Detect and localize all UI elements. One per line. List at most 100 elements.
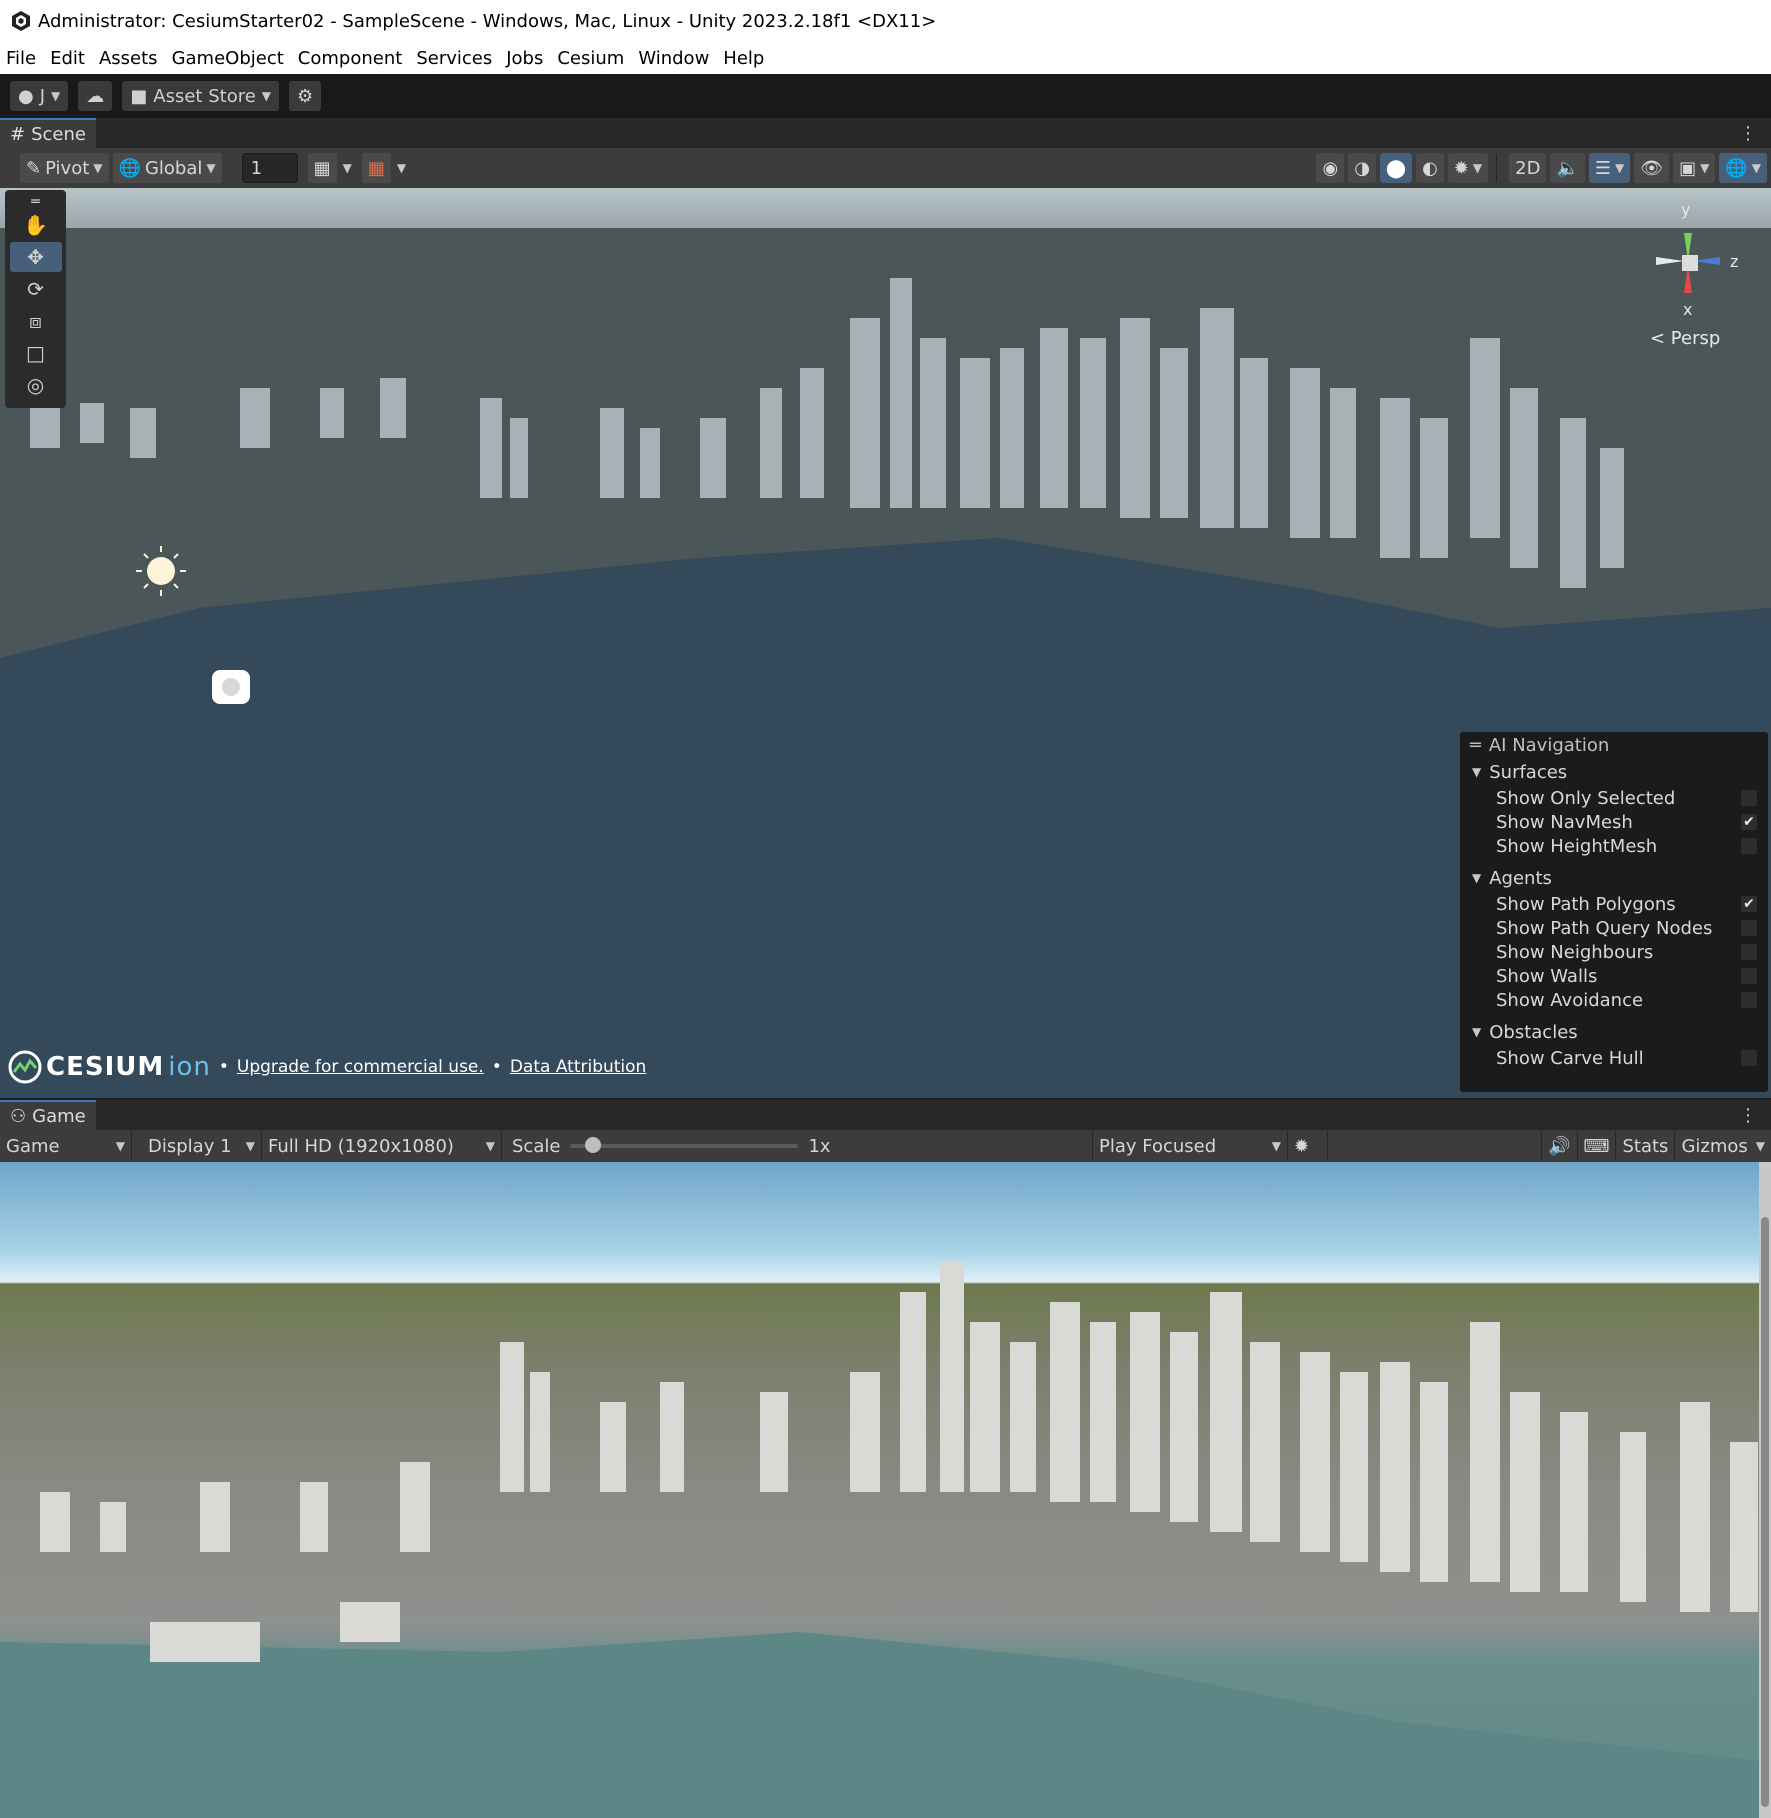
- section-surfaces[interactable]: ▼ Surfaces: [1460, 758, 1768, 786]
- unity-logo-icon: [12, 11, 30, 31]
- section-agents[interactable]: ▼ Agents: [1460, 864, 1768, 892]
- ai-navigation-header[interactable]: ═ AI Navigation: [1460, 732, 1768, 758]
- option-show-avoidance[interactable]: Show Avoidance: [1460, 988, 1768, 1012]
- effects-button[interactable]: ☰ ▼: [1588, 153, 1631, 183]
- camera-button[interactable]: ▣ ▼: [1673, 153, 1716, 183]
- game-view-scrollbar[interactable]: [1759, 1162, 1771, 1818]
- move-tool-icon[interactable]: ✥: [9, 242, 62, 272]
- projection-toggle[interactable]: < Persp: [1650, 328, 1720, 349]
- layers-icon: ☰: [1594, 157, 1611, 179]
- chevron-down-icon[interactable]: ▼: [397, 161, 406, 175]
- tab-scene[interactable]: # Scene: [0, 118, 96, 148]
- checkbox-checked[interactable]: ✔: [1740, 895, 1758, 913]
- pivot-dropdown[interactable]: ✎ Pivot ▼: [20, 153, 109, 183]
- cloud-button[interactable]: ☁: [78, 81, 113, 111]
- data-attribution-link[interactable]: Data Attribution: [510, 1057, 647, 1077]
- stats-button[interactable]: Stats: [1616, 1131, 1676, 1161]
- camera-icon: ▣: [1679, 157, 1697, 179]
- debug-button[interactable]: ✹: [1288, 1131, 1328, 1161]
- scale-slider[interactable]: [570, 1137, 799, 1153]
- menu-help[interactable]: Help: [716, 48, 771, 69]
- menu-component[interactable]: Component: [291, 48, 410, 69]
- gizmos-dropdown[interactable]: Gizmos ▼: [1675, 1131, 1771, 1161]
- rotate-tool-icon[interactable]: ⟳: [10, 274, 62, 304]
- scene-tools-overlay: ═ ✋ ✥ ⟳ ⧈ □ ◎: [5, 190, 66, 408]
- grid-size-input[interactable]: 1: [241, 153, 298, 183]
- option-show-only-selected[interactable]: Show Only Selected: [1460, 786, 1768, 810]
- kebab-menu-icon[interactable]: ⋮: [1739, 1105, 1757, 1126]
- asset-store-button[interactable]: ■ Asset Store ▼: [122, 81, 280, 111]
- resolution-dropdown[interactable]: Full HD (1920x1080) ▼: [262, 1131, 502, 1161]
- checkbox-checked[interactable]: ✔: [1740, 813, 1758, 831]
- scale-tool-icon[interactable]: ⧈: [10, 306, 62, 336]
- wireframe-shading-button[interactable]: ◉: [1316, 153, 1345, 183]
- checkbox[interactable]: [1740, 967, 1758, 985]
- unlit-button[interactable]: ◐: [1416, 153, 1444, 183]
- menu-services[interactable]: Services: [409, 48, 499, 69]
- option-show-carve-hull[interactable]: Show Carve Hull: [1460, 1046, 1768, 1070]
- settings-button[interactable]: ⚙: [289, 81, 322, 111]
- chevron-down-icon[interactable]: ▼: [343, 161, 352, 175]
- shaded-button[interactable]: ⬤: [1379, 153, 1413, 183]
- debug-draw-button[interactable]: ✹ ▼: [1447, 153, 1489, 183]
- menu-file[interactable]: File: [0, 48, 43, 69]
- scrollbar-thumb[interactable]: [1761, 1217, 1769, 1807]
- section-obstacles[interactable]: ▼ Obstacles: [1460, 1018, 1768, 1046]
- rect-tool-icon[interactable]: □: [10, 338, 62, 368]
- option-label: Show HeightMesh: [1496, 835, 1658, 857]
- menu-gameobject[interactable]: GameObject: [165, 48, 291, 69]
- scale-slider-thumb[interactable]: [585, 1137, 602, 1153]
- cesium-logo-icon: [8, 1050, 42, 1084]
- gizmos-scene-button[interactable]: 🌐 ▼: [1719, 153, 1767, 183]
- mute-audio-button[interactable]: 🔊: [1541, 1131, 1578, 1161]
- account-button[interactable]: ● J ▼: [10, 81, 69, 111]
- checkbox[interactable]: [1740, 943, 1758, 961]
- option-show-walls[interactable]: Show Walls: [1460, 964, 1768, 988]
- visibility-button[interactable]: 👁: [1634, 153, 1670, 183]
- grid-snap-button[interactable]: ▦: [307, 153, 337, 183]
- display-dropdown[interactable]: Display 1 ▼: [132, 1131, 262, 1161]
- menu-cesium[interactable]: Cesium: [550, 48, 631, 69]
- hand-tool-icon[interactable]: ✋: [10, 210, 62, 240]
- cesium-credits: CESIUM ion • Upgrade for commercial use.…: [8, 1050, 646, 1084]
- chevron-down-icon: ▼: [261, 89, 272, 103]
- play-mode-dropdown[interactable]: Play Focused ▼: [1092, 1131, 1288, 1161]
- upgrade-link[interactable]: Upgrade for commercial use.: [237, 1057, 484, 1077]
- option-show-navmesh[interactable]: Show NavMesh ✔: [1460, 810, 1768, 834]
- menu-jobs[interactable]: Jobs: [499, 48, 550, 69]
- game-view-label: Game: [6, 1135, 60, 1157]
- increment-snap-button[interactable]: ▦: [361, 153, 391, 183]
- keyboard-button[interactable]: ⌨: [1578, 1131, 1617, 1161]
- chevron-down-icon: ▼: [1472, 161, 1483, 175]
- game-viewport[interactable]: [0, 1162, 1771, 1818]
- game-view-dropdown[interactable]: Game ▼: [0, 1131, 132, 1161]
- checkbox[interactable]: [1740, 837, 1758, 855]
- option-show-heightmesh[interactable]: Show HeightMesh: [1460, 834, 1768, 858]
- scene-toolbar: ✎ Pivot ▼ 🌐 Global ▼ 1 ▦ ▼ ▦ ▼ ◉ ◑ ⬤ ◐ ✹…: [0, 148, 1771, 188]
- lock-icon: ■: [130, 85, 148, 107]
- option-show-neighbours[interactable]: Show Neighbours: [1460, 940, 1768, 964]
- menu-bar: File Edit Assets GameObject Component Se…: [0, 42, 1771, 74]
- check-icon: ✔: [1743, 814, 1755, 830]
- menu-window[interactable]: Window: [631, 48, 716, 69]
- toggle-2d-button[interactable]: 2D: [1509, 153, 1547, 183]
- kebab-menu-icon[interactable]: ⋮: [1739, 123, 1757, 144]
- global-label: Global: [144, 157, 203, 179]
- checkbox[interactable]: [1740, 991, 1758, 1009]
- game-city-render: [0, 1262, 1771, 1818]
- transform-tool-icon[interactable]: ◎: [10, 370, 62, 400]
- audio-mute-button[interactable]: 🔈: [1550, 153, 1585, 183]
- option-show-path-query-nodes[interactable]: Show Path Query Nodes: [1460, 916, 1768, 940]
- tab-game[interactable]: ⚇ Game: [0, 1100, 96, 1130]
- checkbox[interactable]: [1740, 919, 1758, 937]
- globe-wire-icon: ◉: [1322, 157, 1339, 179]
- global-dropdown[interactable]: 🌐 Global ▼: [112, 153, 222, 183]
- drag-handle-icon[interactable]: ═: [10, 194, 62, 210]
- shaded-wireframe-button[interactable]: ◑: [1348, 153, 1376, 183]
- checkbox[interactable]: [1740, 1049, 1758, 1067]
- option-show-path-polygons[interactable]: Show Path Polygons ✔: [1460, 892, 1768, 916]
- menu-assets[interactable]: Assets: [92, 48, 165, 69]
- checkbox[interactable]: [1740, 789, 1758, 807]
- check-icon: ✔: [1743, 896, 1755, 912]
- menu-edit[interactable]: Edit: [43, 48, 92, 69]
